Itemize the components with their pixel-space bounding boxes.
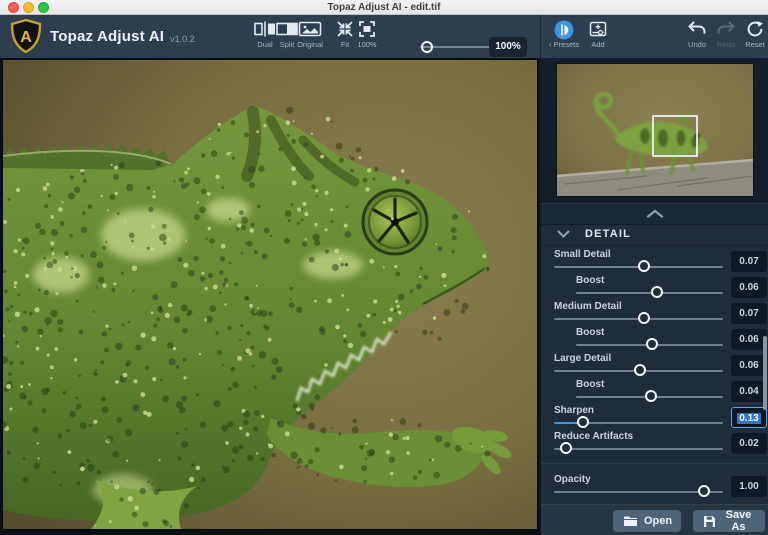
reset-button[interactable]: Reset: [740, 20, 768, 54]
slider-value-sharpen[interactable]: 0.13: [731, 407, 767, 428]
navigator-thumbnail[interactable]: [556, 63, 754, 197]
app-version: v1.0.2: [170, 33, 195, 44]
slider-row-boost: Boost 0.04: [541, 379, 768, 405]
slider-row-reduce-artifacts: Reduce Artifacts 0.02: [541, 431, 768, 457]
slider-track-medium-detail[interactable]: [554, 312, 723, 324]
redo-icon: [712, 20, 740, 38]
image-canvas[interactable]: [0, 58, 540, 535]
actual-size-icon: [352, 20, 382, 38]
zoom-value: 100%: [489, 37, 527, 57]
slider-track-boost[interactable]: [576, 286, 723, 298]
toolbar: A Topaz Adjust AI v1.0.2 Dual Split Orig…: [0, 15, 768, 59]
app-window: Topaz Adjust AI - edit.tif A Topaz Adjus…: [0, 0, 768, 535]
slider-row-sharpen: Sharpen 0.13: [541, 405, 768, 431]
undo-icon: [682, 20, 712, 38]
slider-label-small-detail: Small Detail: [554, 249, 611, 260]
open-button[interactable]: Open: [613, 510, 681, 532]
slider-label-medium-detail: Medium Detail: [554, 301, 622, 312]
window-title: Topaz Adjust AI - edit.tif: [327, 2, 441, 13]
presets-button[interactable]: ‹ Presets: [544, 20, 584, 54]
undo-button[interactable]: Undo: [682, 20, 712, 54]
slider-row-medium-detail: Medium Detail 0.07: [541, 301, 768, 327]
detail-section-title: DETAIL: [585, 228, 632, 240]
panel-scrollbar[interactable]: [763, 336, 767, 410]
opacity-section: Opacity 1.00: [541, 463, 768, 505]
slider-value-medium-detail[interactable]: 0.07: [731, 303, 767, 324]
presets-icon: [544, 20, 584, 40]
panel-collapse-bar[interactable]: [541, 203, 768, 225]
slider-row-large-detail: Large Detail 0.06: [541, 353, 768, 379]
save-icon: [704, 515, 715, 527]
slider-knob-opacity[interactable]: [698, 485, 711, 497]
slider-track-large-detail[interactable]: [554, 364, 723, 376]
svg-text:A: A: [20, 29, 32, 46]
slider-label-boost: Boost: [576, 275, 605, 286]
slider-knob-medium-detail[interactable]: [637, 312, 650, 324]
slider-row-boost: Boost 0.06: [541, 327, 768, 353]
main-image: [2, 59, 538, 530]
slider-knob-large-detail[interactable]: [634, 364, 647, 376]
slider-value-opacity[interactable]: 1.00: [731, 476, 767, 497]
redo-button[interactable]: Redo: [712, 20, 740, 54]
slider-value-small-detail[interactable]: 0.07: [731, 251, 767, 272]
slider-knob-boost[interactable]: [646, 338, 659, 350]
add-adjustment-icon: [584, 20, 612, 38]
original-view-icon: [293, 20, 327, 38]
presets-label: ‹ Presets: [548, 40, 580, 49]
chevron-down-icon: [557, 230, 570, 238]
slider-knob-boost[interactable]: [644, 390, 657, 402]
slider-track-sharpen[interactable]: [554, 416, 723, 428]
slider-label-large-detail: Large Detail: [554, 353, 612, 364]
slider-label-sharpen: Sharpen: [554, 405, 595, 416]
slider-value-boost[interactable]: 0.06: [731, 329, 767, 350]
slider-value-boost[interactable]: 0.04: [731, 381, 767, 402]
add-adjustment-button[interactable]: Add: [584, 20, 612, 54]
footer-bar: Open Save As: [541, 504, 768, 535]
slider-knob-boost[interactable]: [650, 286, 663, 298]
slider-knob-reduce-artifacts[interactable]: [559, 442, 572, 454]
slider-row-opacity: Opacity 1.00: [541, 474, 768, 500]
navigator: [541, 58, 768, 203]
detail-sliders: Small Detail 0.07 Boost 0.06 Medium Detail 0.…: [541, 245, 768, 463]
slider-label-opacity: Opacity: [554, 474, 591, 485]
actual-size-button[interactable]: 100%: [352, 20, 382, 54]
adjustment-panel: DETAIL Small Detail 0.07 Boost 0.06 Medium D…: [540, 58, 768, 535]
save-as-button[interactable]: Save As: [693, 509, 765, 533]
slider-track-boost[interactable]: [576, 338, 723, 350]
slider-track-small-detail[interactable]: [554, 260, 723, 272]
slider-row-boost: Boost 0.06: [541, 275, 768, 301]
original-view-button[interactable]: Original: [293, 20, 327, 54]
slider-label-boost: Boost: [576, 327, 605, 338]
slider-knob-sharpen[interactable]: [576, 416, 589, 428]
slider-value-boost[interactable]: 0.06: [731, 277, 767, 298]
slider-label-reduce-artifacts: Reduce Artifacts: [554, 431, 634, 442]
slider-value-reduce-artifacts[interactable]: 0.02: [731, 433, 767, 454]
reset-icon: [740, 20, 768, 38]
zoom-slider-knob[interactable]: [421, 41, 433, 53]
slider-value-large-detail[interactable]: 0.06: [731, 355, 767, 376]
slider-label-boost: Boost: [576, 379, 605, 390]
slider-track-reduce-artifacts[interactable]: [554, 442, 723, 454]
chevron-up-icon: [646, 209, 664, 218]
folder-open-icon: [624, 516, 637, 526]
topaz-logo-icon: A: [10, 18, 42, 54]
app-name: Topaz Adjust AI: [50, 28, 165, 45]
slider-track-opacity[interactable]: [554, 485, 723, 497]
detail-section-header[interactable]: DETAIL: [541, 224, 768, 246]
slider-row-small-detail: Small Detail 0.07: [541, 249, 768, 275]
slider-track-boost[interactable]: [576, 390, 723, 402]
slider-knob-small-detail[interactable]: [637, 260, 650, 272]
titlebar: Topaz Adjust AI - edit.tif: [0, 0, 768, 15]
toolbar-divider: [540, 15, 541, 58]
